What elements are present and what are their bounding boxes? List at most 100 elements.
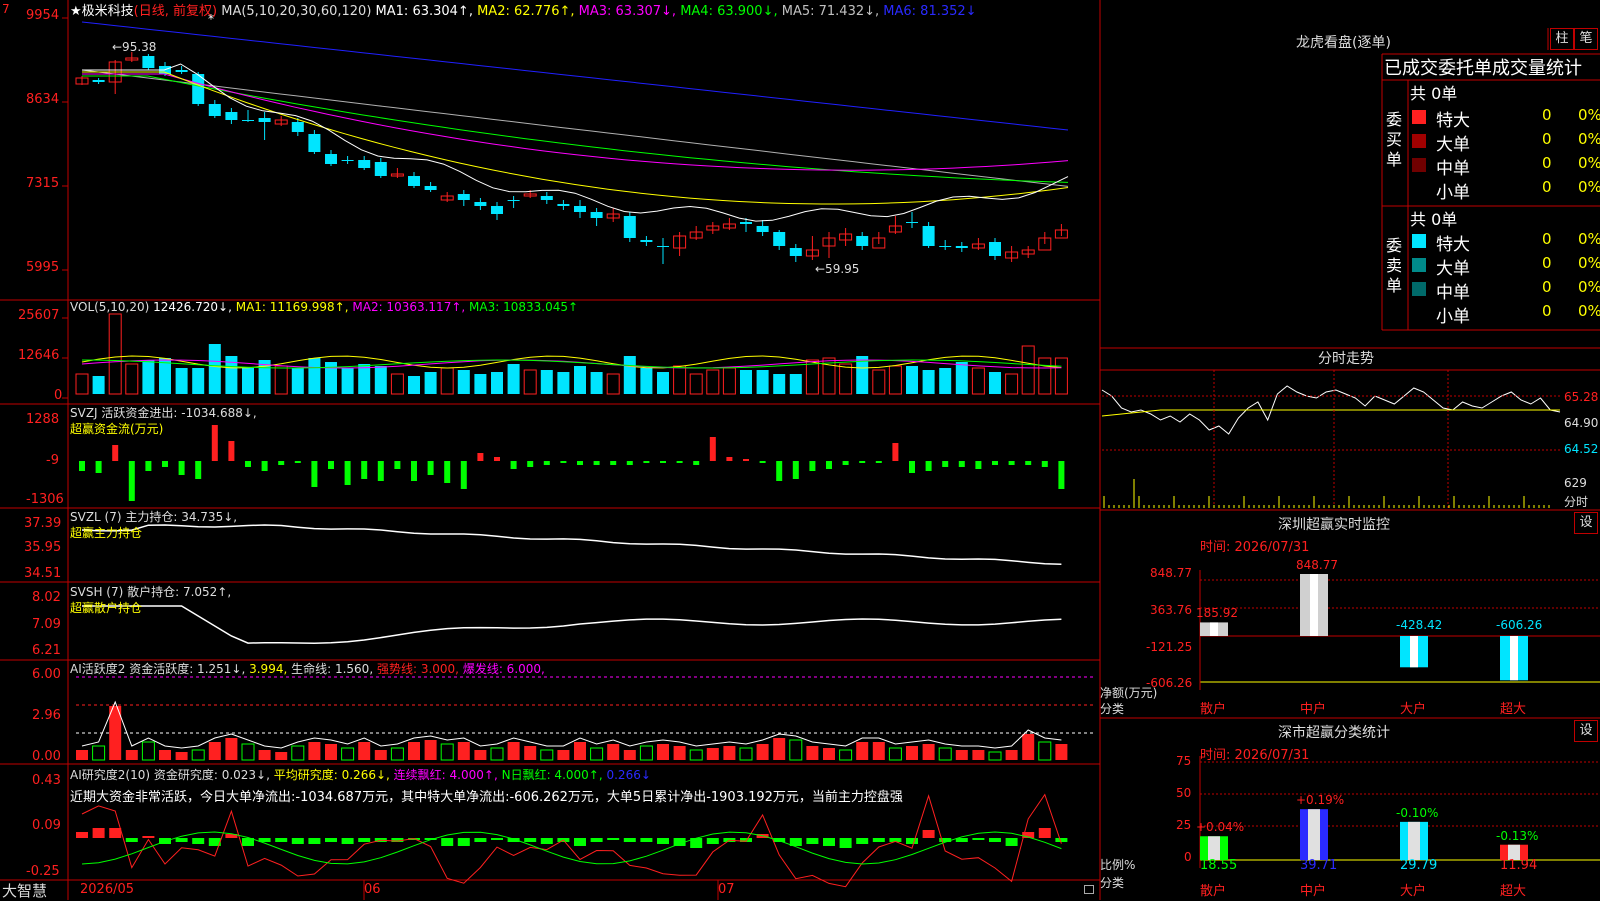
ai1-bar (955, 750, 968, 760)
sz-bar-label: 848.77 (1296, 558, 1338, 572)
vol-bar-up (108, 313, 122, 395)
vol-bar-up (1005, 373, 1019, 395)
ai1-bar-hollow (639, 745, 653, 761)
svzj-bar (444, 461, 451, 483)
ai1-axis-3: 0.00 (32, 749, 61, 764)
legend-square (1412, 258, 1426, 272)
ai1-v2: 3.994, (249, 662, 288, 676)
svzj-bar (460, 461, 467, 489)
vol-bar-up (125, 363, 139, 395)
chart-canvas[interactable] (0, 0, 1600, 900)
ai1-bar (374, 750, 387, 760)
legend-square (1412, 182, 1426, 196)
vol-bar-down (590, 372, 603, 394)
vol-bar-down (657, 372, 669, 394)
svzj-bar (245, 461, 251, 467)
vol-bar-up (689, 373, 703, 395)
ma6-value: MA6: 81.352↓ (883, 4, 977, 19)
fl-settings-button[interactable]: 设 (1574, 720, 1598, 742)
ai1-bar-hollow (390, 747, 404, 761)
ai1-bar (607, 744, 620, 760)
vol-bar-down (507, 364, 520, 394)
ai1-bar (657, 744, 669, 760)
sz-ylabel-1: 净额(万元) (1100, 686, 1158, 700)
ai1-bar-hollow (789, 739, 803, 761)
ai2-bar (524, 838, 537, 842)
svzj-bar (610, 461, 617, 465)
ai1-title: AI活跃度2 资金活跃度: 1.251↓, (70, 662, 246, 676)
vol-bar-down (640, 368, 653, 394)
order-size-label: 特大 (1436, 235, 1470, 255)
fl-title: 深市超赢分类统计 (1278, 725, 1390, 741)
candle-body-down (92, 80, 105, 82)
svzj-bar (809, 461, 816, 471)
svzj-bar (228, 441, 235, 461)
svzj-bar (1058, 461, 1065, 489)
ai2-bar (1005, 838, 1018, 846)
fl-bar-top-label: -0.13% (1496, 828, 1539, 843)
ai2-bar (109, 828, 122, 838)
ai1-bar (275, 752, 288, 760)
ai1-bar-hollow (590, 747, 604, 761)
svzl-sub: 超赢主力持仓 (70, 526, 143, 540)
sz-axis-1: 848.77 (1150, 566, 1192, 580)
ai1-bar (474, 750, 487, 760)
svsh-axis-2: 7.09 (32, 617, 61, 632)
svzl-axis-2: 35.95 (24, 540, 62, 555)
ai1-bar (208, 742, 221, 760)
sz-bar-highlight (1510, 636, 1518, 681)
ai1-bar-hollow (92, 745, 106, 761)
svzj-bar (361, 461, 368, 479)
chart-mode: (日线, 前复权) (133, 4, 218, 19)
ai2-bar (574, 838, 586, 846)
svzj-bar (278, 461, 285, 465)
svzj-bar (377, 461, 384, 481)
ai1-bar (457, 742, 470, 760)
sz-settings-button[interactable]: 设 (1574, 512, 1598, 534)
svzj-bar (328, 461, 334, 469)
tick-mode-button[interactable]: 笔 (1574, 28, 1598, 50)
fl-category-label: 中户 (1300, 884, 1327, 899)
ai1-bar (225, 738, 238, 760)
order-count-value: 0 (1542, 254, 1552, 272)
ai1-bar (524, 746, 537, 760)
ma2-value: MA2: 62.776↑, (477, 4, 575, 19)
bar-mode-button[interactable]: 柱 (1550, 28, 1574, 50)
ai1-bar-hollow (141, 741, 155, 761)
svzj-bar (726, 457, 733, 461)
ai2-bar (706, 838, 719, 844)
svzj-bar (643, 461, 650, 463)
ai2-bar (872, 838, 885, 842)
order-percent-value: 0% (1578, 254, 1600, 272)
vol-bar-up (722, 367, 736, 395)
vol-title: VOL(5,10,20) (70, 300, 150, 314)
svsh-axis-1: 8.02 (32, 590, 61, 605)
svzj-bar (859, 461, 866, 463)
order-size-label: 中单 (1436, 283, 1470, 303)
candle-body-down (308, 134, 321, 152)
svzj-bar (626, 461, 633, 465)
legend-square (1412, 306, 1426, 320)
svzj-bar (195, 461, 202, 479)
sell-count: 共 0单 (1410, 210, 1458, 229)
lock-icon[interactable] (1084, 885, 1094, 894)
fl-category-label: 大户 (1400, 884, 1427, 899)
candle-body-down (955, 246, 968, 248)
fl-axis-4: 0 (1184, 850, 1192, 864)
ai1-bar (756, 744, 769, 760)
ai2-red-line (81, 793, 1062, 888)
svzj-bar (477, 453, 484, 461)
candle-body-down (773, 232, 786, 246)
ai2-note: 近期大资金非常活跃，今日大单净流出:-1034.687万元，其中特大单净流出:-… (70, 790, 903, 805)
ai2-bar (474, 838, 487, 842)
star-icon[interactable]: ★ (70, 4, 82, 19)
svzj-bar (925, 461, 932, 471)
sz-time: 时间: 2026/07/31 (1200, 540, 1310, 555)
vol-bar-down (491, 372, 503, 394)
sz-category-label: 中户 (1300, 702, 1327, 717)
ai2-axis-3: -0.25 (26, 864, 60, 879)
ai1-bar (1055, 744, 1068, 760)
order-percent-value: 0% (1578, 278, 1600, 296)
ai2-bar (806, 838, 819, 844)
svzj-bar (743, 459, 749, 461)
